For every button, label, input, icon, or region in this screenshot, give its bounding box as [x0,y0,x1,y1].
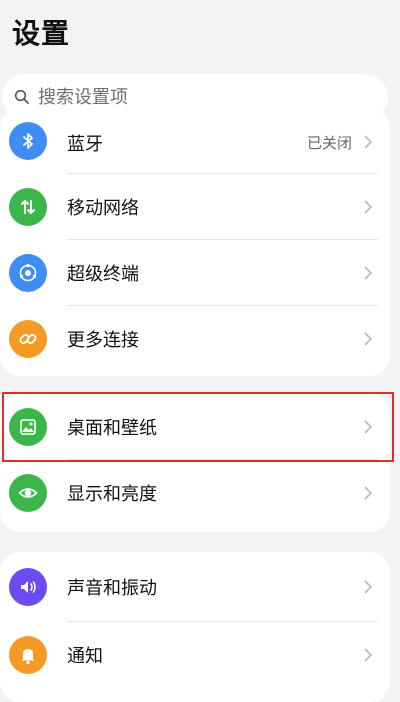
sound-notification-group: 声音和振动 通知 [0,552,390,702]
page-title: 设置 [12,17,71,50]
display-group: 桌面和壁纸 显示和亮度 [0,394,390,532]
bell-icon [9,636,47,674]
wallpaper-icon [9,408,47,446]
settings-item-sound-vibration[interactable]: 声音和振动 [0,552,390,622]
settings-item-mobile-network[interactable]: 移动网络 [0,174,390,240]
settings-item-label: 桌面和壁纸 [67,418,157,439]
chevron-right-icon [364,332,373,346]
search-input[interactable] [38,86,338,108]
search-icon [14,89,29,104]
settings-item-super-device[interactable]: 超级终端 [0,240,390,306]
connectivity-group: 蓝牙 已关闭 移动网络 超级终端 更多连接 [0,108,390,376]
chevron-right-icon [364,266,373,280]
sound-icon [9,568,47,606]
chevron-right-icon [364,486,373,500]
super-device-icon [9,254,47,292]
settings-item-notifications[interactable]: 通知 [0,622,390,688]
settings-item-label: 蓝牙 [67,134,103,155]
settings-item-label: 声音和振动 [67,578,157,599]
chevron-right-icon [364,580,373,594]
settings-item-display-brightness[interactable]: 显示和亮度 [0,460,390,526]
settings-item-more-connections[interactable]: 更多连接 [0,306,390,372]
eye-icon [9,474,47,512]
chevron-right-icon [364,200,373,214]
settings-item-label: 移动网络 [67,198,139,219]
chevron-right-icon [364,135,373,149]
chevron-right-icon [364,420,373,434]
settings-item-label: 通知 [67,646,103,667]
link-icon [9,320,47,358]
bluetooth-status: 已关闭 [306,134,352,152]
chevron-right-icon [364,648,373,662]
settings-item-wallpaper[interactable]: 桌面和壁纸 [0,394,390,460]
bluetooth-icon [9,122,47,160]
settings-item-label: 显示和亮度 [67,484,157,505]
settings-item-label: 更多连接 [67,330,139,351]
settings-item-label: 超级终端 [67,264,139,285]
mobile-network-icon [9,188,47,226]
settings-item-bluetooth[interactable]: 蓝牙 已关闭 [0,108,390,174]
